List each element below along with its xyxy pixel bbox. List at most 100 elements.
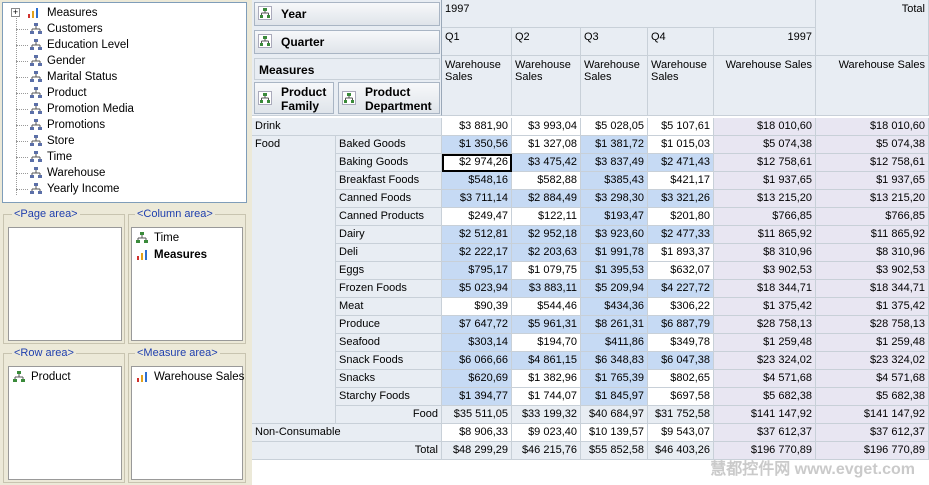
data-cell[interactable]: $3 475,42 xyxy=(512,154,581,172)
data-cell[interactable]: $697,58 xyxy=(648,388,714,406)
row-header-department[interactable]: Dairy xyxy=(336,226,442,244)
product-family-field-button[interactable]: Product Family xyxy=(254,82,334,114)
data-cell[interactable]: $5 023,94 xyxy=(442,280,512,298)
row-area-drop-zone[interactable]: Product xyxy=(8,366,122,480)
row-header-department[interactable]: Snacks xyxy=(336,370,442,388)
data-cell[interactable]: $28 758,13 xyxy=(816,316,929,334)
data-cell[interactable]: $303,14 xyxy=(442,334,512,352)
row-header-department[interactable]: Snack Foods xyxy=(336,352,442,370)
data-cell[interactable]: $90,39 xyxy=(442,298,512,316)
product-department-field-button[interactable]: Product Department xyxy=(338,82,440,114)
column-field-time[interactable]: Time xyxy=(136,230,179,246)
data-cell[interactable]: $6 066,66 xyxy=(442,352,512,370)
data-cell[interactable]: $194,70 xyxy=(512,334,581,352)
quarter-header-q4[interactable]: Q4 xyxy=(648,28,714,56)
data-cell[interactable]: $795,17 xyxy=(442,262,512,280)
data-cell[interactable]: $434,36 xyxy=(581,298,648,316)
data-cell[interactable]: $1 765,39 xyxy=(581,370,648,388)
year-field-button[interactable]: Year xyxy=(254,2,440,26)
row-header-department[interactable]: Eggs xyxy=(336,262,442,280)
row-header-department[interactable]: Baked Goods xyxy=(336,136,442,154)
data-cell[interactable]: $46 403,26 xyxy=(648,442,714,460)
data-cell[interactable]: $23 324,02 xyxy=(714,352,816,370)
tree-item-time[interactable]: Time xyxy=(3,149,243,165)
measure-header[interactable]: Warehouse Sales xyxy=(512,56,581,116)
data-cell[interactable]: $4 861,15 xyxy=(512,352,581,370)
data-cell[interactable]: $2 203,63 xyxy=(512,244,581,262)
row-header-department[interactable]: Produce xyxy=(336,316,442,334)
tree-item-product[interactable]: Product xyxy=(3,85,243,101)
data-cell[interactable]: $5 074,38 xyxy=(714,136,816,154)
quarter-header-q1[interactable]: Q1 xyxy=(442,28,512,56)
data-cell[interactable]: $1 744,07 xyxy=(512,388,581,406)
data-cell[interactable]: $1 937,65 xyxy=(714,172,816,190)
data-cell[interactable]: $5 028,05 xyxy=(581,118,648,136)
data-cell[interactable]: $5 107,61 xyxy=(648,118,714,136)
data-cell[interactable]: $632,07 xyxy=(648,262,714,280)
data-cell[interactable]: $544,46 xyxy=(512,298,581,316)
measure-area-drop-zone[interactable]: Warehouse Sales xyxy=(131,366,244,480)
data-cell[interactable]: $2 512,81 xyxy=(442,226,512,244)
data-cell[interactable]: $766,85 xyxy=(816,208,929,226)
measures-field-button[interactable]: Measures xyxy=(254,58,440,80)
data-cell[interactable]: $1 893,37 xyxy=(648,244,714,262)
data-cell[interactable]: $3 298,30 xyxy=(581,190,648,208)
data-cell[interactable]: $3 321,26 xyxy=(648,190,714,208)
data-cell[interactable]: $3 902,53 xyxy=(714,262,816,280)
page-area-drop-zone[interactable] xyxy=(8,227,122,341)
tree-item-yearly-income[interactable]: Yearly Income xyxy=(3,181,243,197)
pivot-grid[interactable]: Year Quarter Measures Product Family Pro… xyxy=(252,0,929,485)
data-cell[interactable]: $8 310,96 xyxy=(714,244,816,262)
row-header-department[interactable]: Seafood xyxy=(336,334,442,352)
data-cell[interactable]: $8 261,31 xyxy=(581,316,648,334)
data-cell[interactable]: $12 758,61 xyxy=(714,154,816,172)
data-cell[interactable]: $2 222,17 xyxy=(442,244,512,262)
data-cell[interactable]: $1 394,77 xyxy=(442,388,512,406)
quarter-header-q2[interactable]: Q2 xyxy=(512,28,581,56)
data-cell[interactable]: $201,80 xyxy=(648,208,714,226)
row-header-family[interactable]: Food xyxy=(252,136,336,424)
tree-item-promotion-media[interactable]: Promotion Media xyxy=(3,101,243,117)
data-cell[interactable]: $13 215,20 xyxy=(714,190,816,208)
data-cell[interactable]: $10 139,57 xyxy=(581,424,648,442)
data-cell[interactable]: $1 327,08 xyxy=(512,136,581,154)
row-header-department[interactable]: Canned Products xyxy=(336,208,442,226)
data-cell[interactable]: $35 511,05 xyxy=(442,406,512,424)
column-area-drop-zone[interactable]: Time Measures xyxy=(131,227,243,341)
year-total-header[interactable]: 1997 xyxy=(714,28,816,56)
data-cell[interactable]: $3 923,60 xyxy=(581,226,648,244)
year-header-1997[interactable]: 1997 xyxy=(442,0,816,28)
data-cell[interactable]: $6 348,83 xyxy=(581,352,648,370)
tree-item-store[interactable]: Store xyxy=(3,133,243,149)
measure-header[interactable]: Warehouse Sales xyxy=(648,56,714,116)
measure-header[interactable]: Warehouse Sales xyxy=(581,56,648,116)
data-cell[interactable]: $5 209,94 xyxy=(581,280,648,298)
data-cell[interactable]: $193,47 xyxy=(581,208,648,226)
data-cell[interactable]: $18 010,60 xyxy=(816,118,929,136)
data-cell[interactable]: $9 543,07 xyxy=(648,424,714,442)
tree-item-marital-status[interactable]: Marital Status xyxy=(3,69,243,85)
data-cell[interactable]: $1 350,56 xyxy=(442,136,512,154)
data-cell[interactable]: $411,86 xyxy=(581,334,648,352)
data-cell[interactable]: $421,17 xyxy=(648,172,714,190)
data-cell[interactable]: $8 310,96 xyxy=(816,244,929,262)
measure-header[interactable]: Warehouse Sales xyxy=(442,56,512,116)
data-cell[interactable]: $349,78 xyxy=(648,334,714,352)
data-cell[interactable]: $5 682,38 xyxy=(816,388,929,406)
measure-header[interactable]: Warehouse Sales xyxy=(816,56,929,116)
data-cell[interactable]: $18 344,71 xyxy=(816,280,929,298)
row-field-product[interactable]: Product xyxy=(13,369,71,385)
data-cell[interactable]: $23 324,02 xyxy=(816,352,929,370)
data-cell[interactable]: $46 215,76 xyxy=(512,442,581,460)
data-cell[interactable]: $548,16 xyxy=(442,172,512,190)
data-cell[interactable]: $1 375,42 xyxy=(816,298,929,316)
data-cell[interactable]: $2 884,49 xyxy=(512,190,581,208)
tree-item-customers[interactable]: Customers xyxy=(3,21,243,37)
data-cell[interactable]: $1 845,97 xyxy=(581,388,648,406)
subtotal-label[interactable]: Food xyxy=(336,406,442,424)
tree-item-promotions[interactable]: Promotions xyxy=(3,117,243,133)
data-cell[interactable]: $55 852,58 xyxy=(581,442,648,460)
total-column-header[interactable]: Total xyxy=(816,0,929,56)
data-cell[interactable]: $9 023,40 xyxy=(512,424,581,442)
data-cell[interactable]: $6 887,79 xyxy=(648,316,714,334)
